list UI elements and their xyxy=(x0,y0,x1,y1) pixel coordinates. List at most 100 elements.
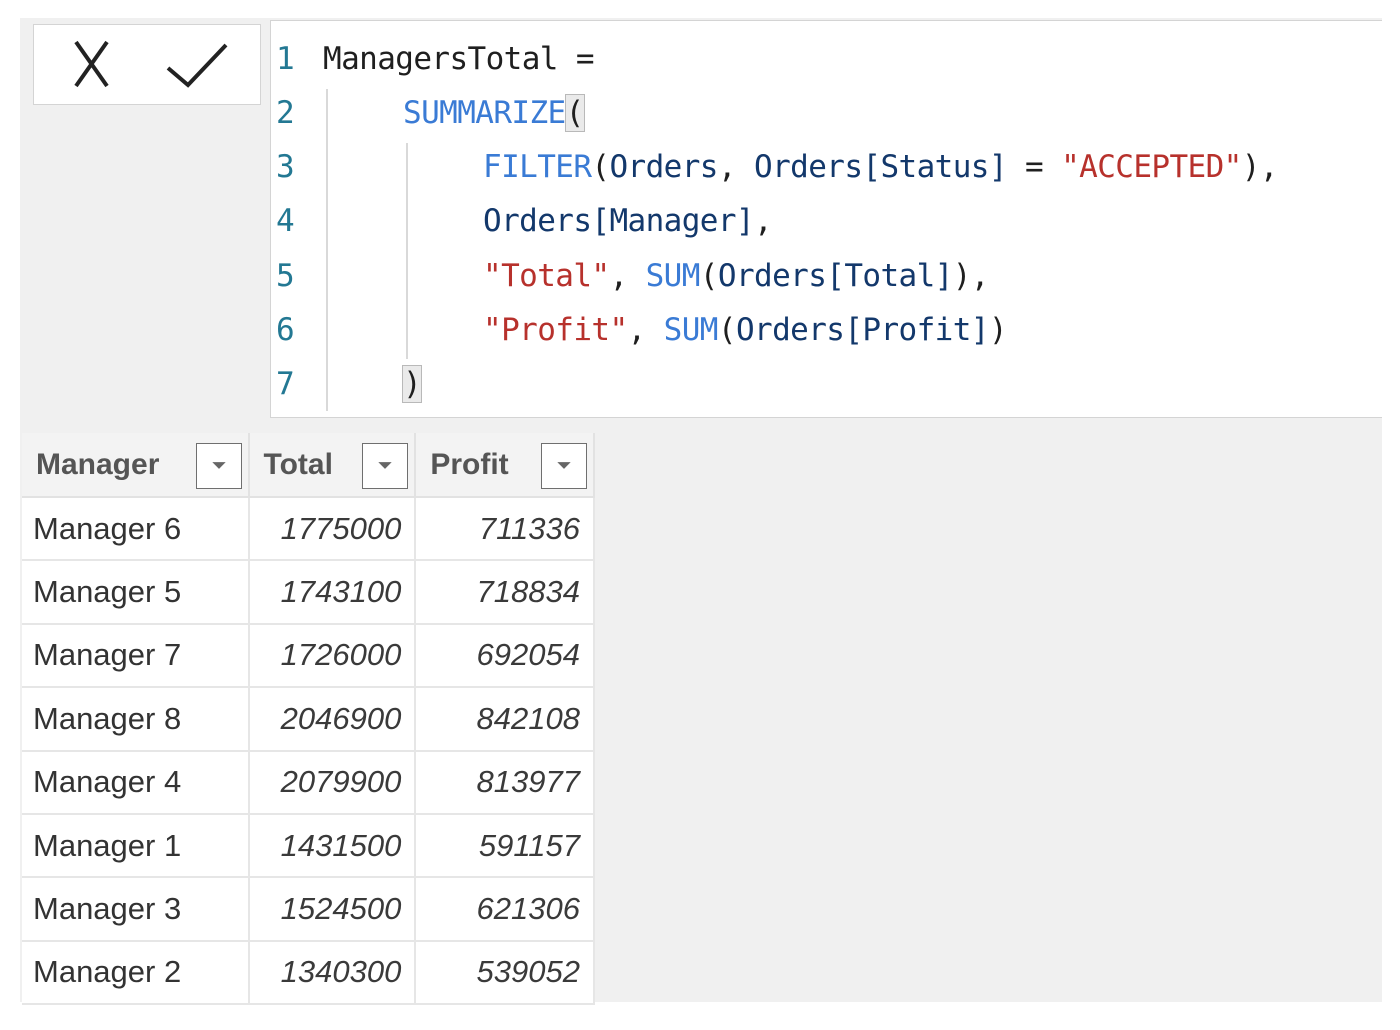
profit-cell: 813977 xyxy=(415,750,595,815)
code-line[interactable]: 2 SUMMARIZE( xyxy=(271,86,1381,140)
line-number: 7 xyxy=(276,366,295,402)
filter-dropdown-button[interactable] xyxy=(362,443,409,489)
table-row: Manager 6 1775000 711336 xyxy=(22,497,595,562)
code-token: ( xyxy=(699,258,719,294)
line-number: 2 xyxy=(276,95,295,131)
code-token: ) xyxy=(988,312,1008,348)
code-token: "Profit" xyxy=(483,312,628,348)
table-row: Manager 3 1524500 621306 xyxy=(22,877,595,942)
table-header-row: Manager Total Profit xyxy=(22,433,595,498)
manager-cell: Manager 1 xyxy=(22,813,250,879)
code-token: = xyxy=(1006,149,1062,185)
table-row: Manager 4 2079900 813977 xyxy=(22,750,595,815)
code-token: ManagersTotal = xyxy=(323,41,595,77)
code-token: SUM xyxy=(645,258,701,294)
profit-cell: 842108 xyxy=(415,687,595,752)
code-text: Orders[Manager], xyxy=(483,203,773,239)
table-row: Manager 2 1340300 539052 xyxy=(22,940,595,1006)
code-token: , xyxy=(717,149,754,185)
code-line[interactable]: 5 "Total", SUM(Orders[Total]), xyxy=(271,249,1381,303)
line-number: 3 xyxy=(276,149,295,185)
code-token: , xyxy=(753,203,773,239)
total-cell: 1775000 xyxy=(248,497,417,562)
code-line[interactable]: 4 Orders[Manager], xyxy=(271,194,1381,248)
code-text: ) xyxy=(401,365,423,403)
code-line[interactable]: 7) xyxy=(271,357,1381,411)
table-row: Manager 1 1431500 591157 xyxy=(22,813,595,879)
code-token: ( xyxy=(591,149,610,185)
table-row: Manager 7 1726000 692054 xyxy=(22,623,595,689)
code-token: ), xyxy=(952,258,990,294)
table-body: Manager 6 1775000 711336 Manager 5 1743100 71… xyxy=(22,497,595,1006)
table-row: Manager 5 1743100 718834 xyxy=(22,560,595,625)
checkmark-icon xyxy=(166,43,228,88)
code-token: ), xyxy=(1241,149,1279,185)
code-token: Orders[Total] xyxy=(717,258,953,294)
manager-cell: Manager 3 xyxy=(22,877,250,942)
profit-cell: 718834 xyxy=(415,560,595,625)
manager-cell: Manager 8 xyxy=(22,687,250,752)
column-header-label: Manager xyxy=(36,447,160,481)
formula-editor[interactable]: 1 ManagersTotal = 2 SUMMARIZE(3 FILTER(Order… xyxy=(270,20,1382,418)
code-line[interactable]: 1 ManagersTotal = xyxy=(271,32,1381,86)
line-number: 1 xyxy=(276,41,295,77)
column-header-label: Total xyxy=(263,447,333,481)
column-header-manager[interactable]: Manager xyxy=(22,433,250,498)
profit-cell: 621306 xyxy=(415,877,595,942)
formula-action-box xyxy=(33,24,261,105)
line-number: 5 xyxy=(276,258,295,294)
dropdown-arrow-icon xyxy=(211,462,226,469)
close-icon xyxy=(74,40,109,88)
total-cell: 2079900 xyxy=(248,750,417,815)
code-token: ) xyxy=(401,365,423,403)
code-text: FILTER(Orders, Orders[Status] = "ACCEPTE… xyxy=(483,149,1278,185)
dropdown-arrow-icon xyxy=(378,462,393,469)
total-cell: 1340300 xyxy=(248,940,417,1006)
total-cell: 1743100 xyxy=(248,560,417,625)
code-token: SUM xyxy=(663,312,719,348)
code-token: , xyxy=(627,312,664,348)
manager-cell: Manager 6 xyxy=(22,497,250,562)
total-cell: 1726000 xyxy=(248,623,417,689)
result-table: Manager Total Profit Manager 6 1775000 711… xyxy=(22,433,595,1006)
manager-cell: Manager 5 xyxy=(22,560,250,625)
code-token: FILTER xyxy=(483,149,592,185)
code-token: ( xyxy=(564,94,585,132)
line-number: 6 xyxy=(276,312,295,348)
filter-dropdown-button[interactable] xyxy=(541,443,587,489)
manager-cell: Manager 7 xyxy=(22,623,250,689)
profit-cell: 591157 xyxy=(415,813,595,879)
cancel-formula-button[interactable] xyxy=(48,25,148,104)
line-number: 4 xyxy=(276,203,295,239)
code-text: "Total", SUM(Orders[Total]), xyxy=(483,258,989,294)
code-text: "Profit", SUM(Orders[Profit]) xyxy=(483,312,1008,348)
code-token: "Total" xyxy=(483,258,610,294)
table-row: Manager 8 2046900 842108 xyxy=(22,687,595,752)
code-token: SUMMARIZE xyxy=(403,95,566,131)
code-token: Orders xyxy=(609,149,718,185)
code-token: , xyxy=(609,258,646,294)
code-token: "ACCEPTED" xyxy=(1061,149,1242,185)
manager-cell: Manager 2 xyxy=(22,940,250,1006)
profit-cell: 711336 xyxy=(415,497,595,562)
code-token: Orders[Manager] xyxy=(483,203,755,239)
filter-dropdown-button[interactable] xyxy=(195,443,242,489)
code-line[interactable]: 6 "Profit", SUM(Orders[Profit]) xyxy=(271,303,1381,357)
code-token: Orders[Profit] xyxy=(735,312,989,348)
code-token: ( xyxy=(717,312,737,348)
total-cell: 1431500 xyxy=(248,813,417,879)
column-header-label: Profit xyxy=(430,447,509,481)
code-text: ManagersTotal = xyxy=(323,41,595,77)
commit-formula-button[interactable] xyxy=(146,25,246,104)
profit-cell: 539052 xyxy=(415,940,595,1006)
dropdown-arrow-icon xyxy=(557,462,571,469)
total-cell: 1524500 xyxy=(248,877,417,942)
code-text: SUMMARIZE( xyxy=(403,94,585,132)
code-line[interactable]: 3 FILTER(Orders, Orders[Status] = "ACCEPT… xyxy=(271,140,1381,194)
column-header-profit[interactable]: Profit xyxy=(415,433,595,498)
code-token: Orders[Status] xyxy=(754,149,1007,185)
manager-cell: Manager 4 xyxy=(22,750,250,815)
column-header-total[interactable]: Total xyxy=(248,433,417,498)
total-cell: 2046900 xyxy=(248,687,417,752)
profit-cell: 692054 xyxy=(415,623,595,689)
